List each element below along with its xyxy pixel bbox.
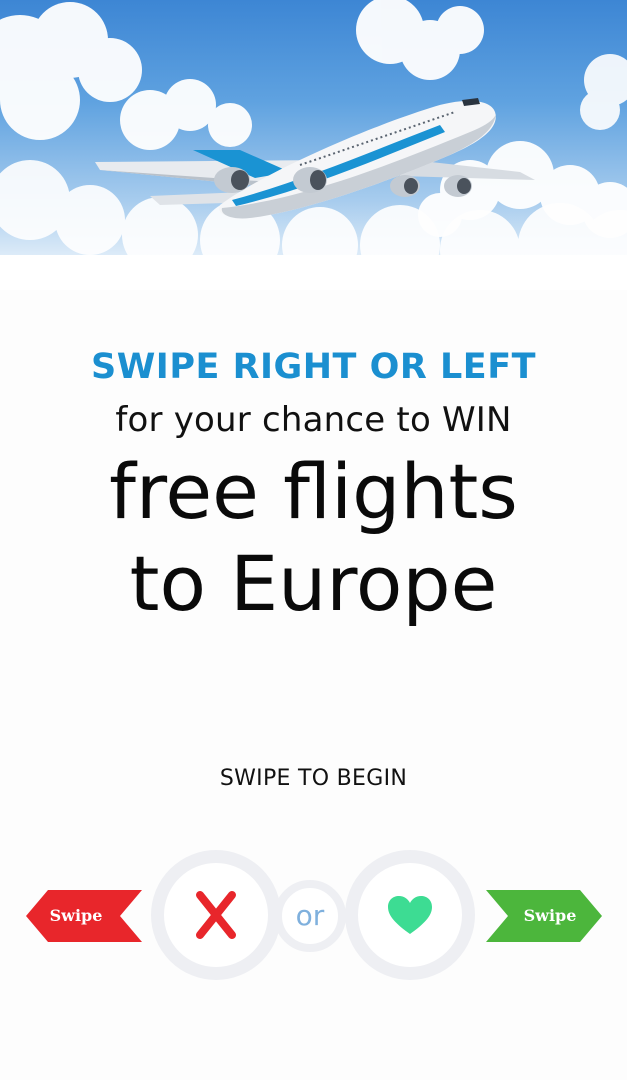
swipe-left-label: Swipe xyxy=(49,906,103,925)
swipe-to-begin-label: SWIPE TO BEGIN xyxy=(219,766,408,791)
headline-line-2: to Europe xyxy=(129,539,498,628)
headline-subline: for your chance to WIN xyxy=(115,400,512,440)
or-divider: or xyxy=(274,880,346,952)
swipe-promo-page: SWIPE RIGHT OR LEFT for your chance to W… xyxy=(0,0,627,1080)
heart-icon xyxy=(388,896,432,934)
headline-block: SWIPE RIGHT OR LEFT for your chance to W… xyxy=(0,340,627,630)
clouds xyxy=(0,0,627,290)
or-label: or xyxy=(295,899,325,932)
x-icon xyxy=(196,891,236,939)
sky-illustration xyxy=(0,0,627,290)
like-button[interactable] xyxy=(345,850,475,980)
swipe-right-arrow[interactable]: Swipe xyxy=(486,890,602,942)
swipe-controls: Swipe or Swipe xyxy=(0,850,627,980)
headline-line-1: free flights xyxy=(109,447,518,536)
nope-button[interactable] xyxy=(151,850,281,980)
swipe-left-arrow[interactable]: Swipe xyxy=(26,890,142,942)
swipe-right-label: Swipe xyxy=(523,906,577,925)
hero-banner xyxy=(0,0,627,290)
headline-kicker: SWIPE RIGHT OR LEFT xyxy=(90,347,537,387)
